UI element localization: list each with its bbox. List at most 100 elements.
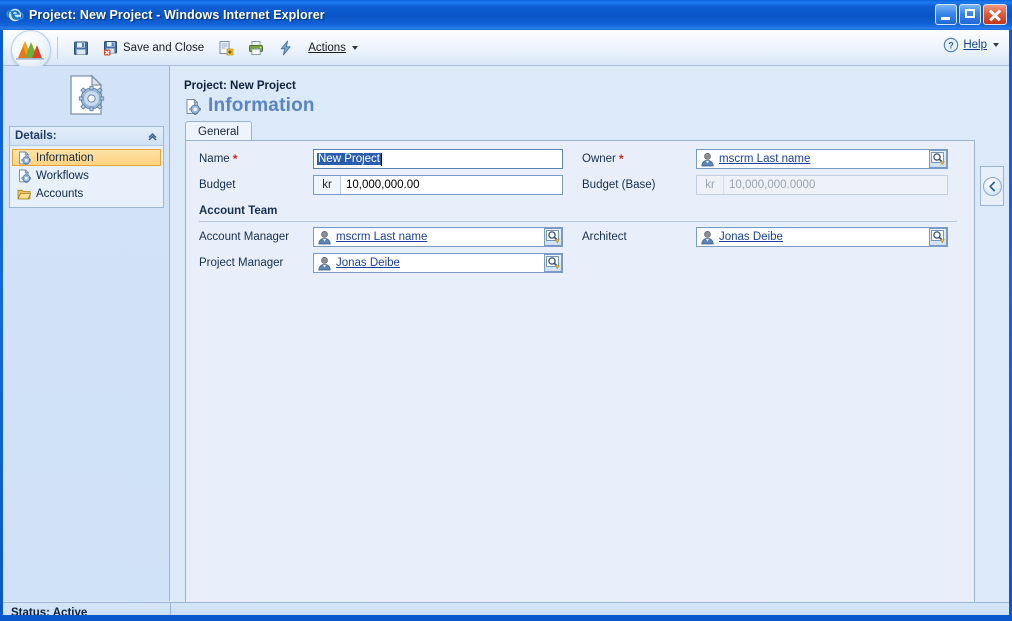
field-label-architect: Architect — [582, 231, 627, 243]
save-and-close-icon — [103, 40, 119, 56]
field-project-manager: Project Manager Jonas Deibe — [199, 253, 563, 273]
details-header-label: Details: — [15, 130, 57, 142]
actions-menu[interactable]: Actions — [303, 35, 363, 61]
information-icon — [184, 97, 201, 115]
page-body: Details: Information Workflows Accounts … — [3, 66, 1009, 615]
save-and-close-label: Save and Close — [123, 41, 205, 54]
print-icon — [248, 40, 264, 56]
breadcrumb: Project: New Project — [184, 80, 296, 92]
tab-strip: General — [185, 121, 975, 141]
help-icon: ? — [943, 37, 959, 53]
chevron-up-icon[interactable] — [147, 131, 158, 142]
sidebar-item-label: Accounts — [36, 187, 84, 200]
sidebar-item-accounts[interactable]: Accounts — [12, 185, 161, 202]
left-navigation-pane: Details: Information Workflows Accounts — [3, 66, 170, 601]
document-gear-icon — [63, 73, 109, 117]
architect-lookup[interactable]: Jonas Deibe — [696, 227, 948, 247]
field-budget: Budget kr 10,000,000.00 — [199, 175, 563, 195]
form-area: Project: New Project Information General… — [171, 66, 1009, 615]
run-workflow-button[interactable] — [273, 35, 299, 61]
client-area: Save and Close Actions ? Help Details: I… — [3, 30, 1009, 615]
actions-label: Actions — [308, 41, 346, 54]
crm-status-bar: Status: Active — [3, 602, 1009, 615]
required-indicator: * — [618, 152, 624, 166]
lookup-magnifier-icon[interactable] — [544, 254, 562, 272]
save-icon — [73, 40, 89, 56]
field-owner: Owner * mscrm Last name — [582, 149, 948, 169]
save-button[interactable] — [68, 35, 94, 61]
budget-base-value: 10,000,000.0000 — [729, 179, 816, 191]
collapse-pane-button[interactable] — [980, 166, 1004, 206]
field-label-owner: Owner * — [582, 152, 624, 166]
user-icon — [317, 230, 332, 245]
page-title-row: Information — [184, 95, 315, 117]
required-indicator: * — [232, 152, 238, 166]
project-manager-lookup[interactable]: Jonas Deibe — [313, 253, 563, 273]
details-panel: Details: Information Workflows Accounts — [9, 126, 164, 208]
print-button[interactable] — [243, 35, 269, 61]
text-caret — [381, 152, 382, 166]
help-chevron-down-icon — [993, 43, 999, 47]
budget-base-currency-symbol: kr — [697, 176, 724, 194]
user-icon — [700, 230, 715, 245]
account-manager-lookup[interactable]: mscrm Last name — [313, 227, 563, 247]
save-and-close-button[interactable]: Save and Close — [98, 35, 209, 61]
new-record-icon — [218, 40, 234, 56]
lookup-magnifier-icon[interactable] — [929, 228, 947, 246]
entity-icon-area — [3, 66, 169, 124]
tab-general[interactable]: General — [185, 121, 252, 141]
user-icon — [700, 152, 715, 167]
sidebar-item-workflows[interactable]: Workflows — [12, 167, 161, 184]
toolbar-separator — [57, 36, 58, 59]
form-header: Project: New Project Information — [171, 69, 1009, 121]
field-label-account-manager: Account Manager — [199, 231, 290, 243]
new-button[interactable] — [213, 35, 239, 61]
crm-logo-icon — [11, 30, 51, 70]
field-label-name: Name * — [199, 152, 238, 166]
window-controls — [935, 4, 1007, 25]
right-pane-strip — [977, 66, 1009, 601]
budget-base-input: kr 10,000,000.0000 — [696, 175, 948, 195]
minimize-button[interactable] — [935, 4, 957, 25]
record-status: Status: Active — [11, 606, 88, 616]
form-panel-inner: Name * New Project Owner * mscrm Last na… — [186, 141, 974, 615]
page-title: Information — [208, 95, 315, 116]
browser-window: Project: New Project - Windows Internet … — [0, 0, 1012, 621]
workflows-icon — [17, 168, 31, 183]
field-label-budget: Budget — [199, 179, 236, 191]
field-account-manager: Account Manager mscrm Last name — [199, 227, 563, 247]
information-icon — [17, 150, 31, 165]
account-manager-value: mscrm Last name — [336, 231, 428, 243]
user-icon — [317, 256, 332, 271]
chevron-left-circle-icon — [982, 176, 1002, 196]
owner-value: mscrm Last name — [719, 153, 811, 165]
workflow-icon — [278, 40, 294, 56]
maximize-button[interactable] — [959, 4, 981, 25]
toolbar-help-group[interactable]: ? Help — [943, 37, 999, 53]
svg-text:?: ? — [949, 40, 955, 50]
details-nav-list: Information Workflows Accounts — [10, 146, 163, 207]
details-panel-header: Details: — [10, 127, 163, 146]
internet-explorer-icon — [6, 6, 24, 24]
status-divider — [170, 603, 171, 615]
lookup-magnifier-icon[interactable] — [929, 150, 947, 168]
close-button[interactable] — [983, 4, 1007, 25]
budget-input[interactable]: kr 10,000,000.00 — [313, 175, 563, 195]
title-bar: Project: New Project - Windows Internet … — [0, 0, 1012, 30]
field-label-project-manager: Project Manager — [199, 257, 284, 269]
chevron-down-icon — [351, 45, 358, 50]
sidebar-item-label: Workflows — [36, 169, 89, 182]
field-label-budget-base: Budget (Base) — [582, 179, 656, 191]
section-header-account-team: Account Team — [199, 205, 278, 217]
name-input-value: New Project — [317, 153, 381, 165]
lookup-magnifier-icon[interactable] — [544, 228, 562, 246]
sidebar-item-label: Information — [36, 151, 94, 164]
sidebar-item-information[interactable]: Information — [12, 149, 161, 166]
field-name: Name * New Project — [199, 149, 563, 169]
help-label: Help — [963, 39, 987, 51]
field-budget-base: Budget (Base) kr 10,000,000.0000 — [582, 175, 948, 195]
owner-lookup[interactable]: mscrm Last name — [696, 149, 948, 169]
name-input[interactable]: New Project — [313, 149, 563, 169]
budget-currency-symbol: kr — [314, 176, 341, 194]
section-divider — [199, 221, 957, 222]
